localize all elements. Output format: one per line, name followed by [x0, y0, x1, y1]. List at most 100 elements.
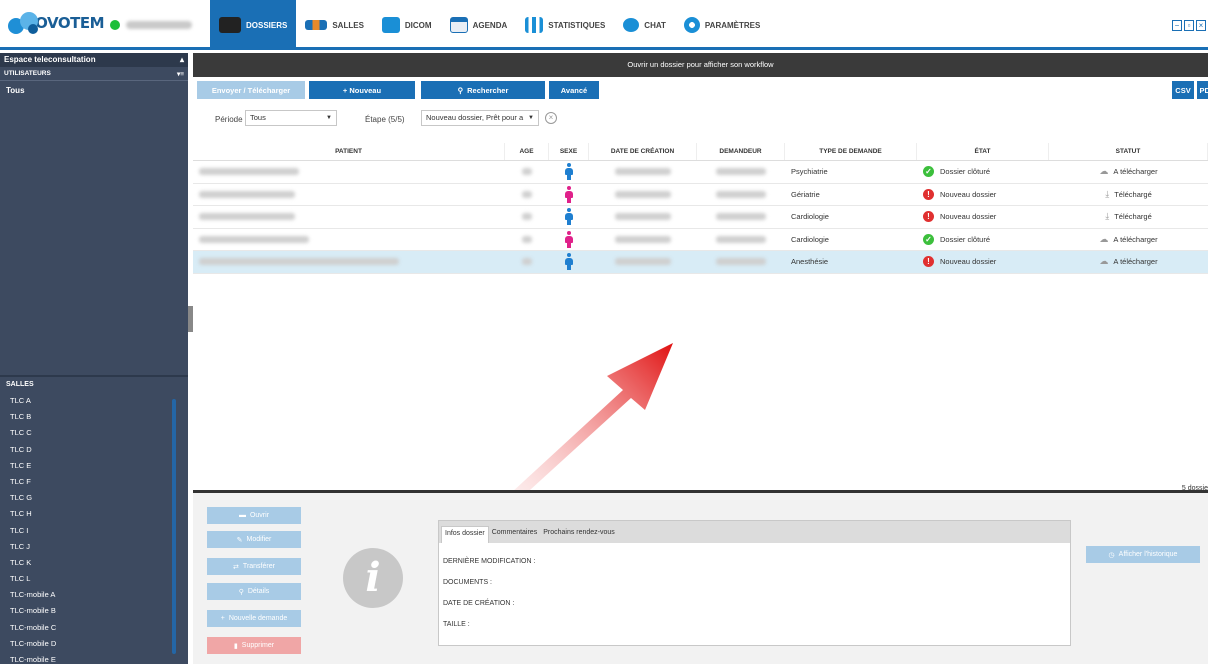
- tab-commentaires[interactable]: Commentaires: [489, 526, 541, 543]
- table-row[interactable]: Anesthésie ! Nouveau dossier ☁ A télécharger: [193, 251, 1208, 274]
- rechercher-button[interactable]: ⚲ Rechercher: [421, 81, 545, 99]
- tab-agenda[interactable]: AGENDA: [441, 0, 517, 50]
- etape-label: Étape (5/5): [365, 115, 405, 124]
- cell-date-creation: [589, 161, 697, 183]
- supprimer-button[interactable]: ▮ Supprimer: [207, 637, 301, 654]
- salle-item[interactable]: TLC I: [0, 523, 188, 539]
- afficher-historique-button[interactable]: ◷ Afficher l'historique: [1086, 546, 1200, 563]
- clear-filter-icon[interactable]: ×: [545, 112, 557, 124]
- workflow-banner: Ouvrir un dossier pour afficher son work…: [193, 53, 1208, 77]
- salle-item[interactable]: TLC-mobile D: [0, 636, 188, 652]
- salles-scrollbar[interactable]: [172, 399, 176, 654]
- salle-item[interactable]: TLC-mobile C: [0, 620, 188, 636]
- salle-item[interactable]: TLC E: [0, 458, 188, 474]
- salle-item[interactable]: TLC-mobile B: [0, 603, 188, 619]
- tab-parametres[interactable]: PARAMÈTRES: [675, 0, 769, 50]
- restore-icon[interactable]: ▫: [1184, 20, 1194, 31]
- details-panel: ▬ Ouvrir ✎ Modifier ⇄ Transférer ⚲ Détails +…: [193, 493, 1208, 664]
- users-item-tous[interactable]: Tous: [0, 81, 188, 100]
- cell-age: [505, 229, 549, 251]
- tab-infos-dossier[interactable]: Infos dossier: [441, 526, 489, 543]
- table-row[interactable]: Gériatrie ! Nouveau dossier ⤓ Téléchargé: [193, 184, 1208, 206]
- users-menu-icon[interactable]: ▾≡: [177, 70, 184, 78]
- salle-item[interactable]: TLC J: [0, 539, 188, 555]
- cell-etat: ✓ Dossier clôturé: [917, 229, 1049, 251]
- download-icon: ⤓: [1105, 211, 1110, 222]
- cell-demandeur: [697, 206, 785, 228]
- download-icon: ⤓: [1105, 188, 1110, 199]
- cell-sexe: [549, 206, 589, 228]
- table-body: Psychiatrie ✓ Dossier clôturé ☁ A télécharge…: [193, 161, 1208, 274]
- salle-item[interactable]: TLC C: [0, 425, 188, 441]
- col-demandeur[interactable]: DEMANDEUR: [697, 143, 785, 160]
- salle-item[interactable]: TLC F: [0, 474, 188, 490]
- tab-salles[interactable]: SALLES: [296, 0, 373, 50]
- people-icon: [305, 20, 328, 30]
- trash-icon: ▮: [233, 642, 238, 650]
- tab-dicom[interactable]: DICOM: [373, 0, 441, 50]
- cell-statut: ☁ A télécharger: [1099, 166, 1158, 177]
- cloud-download-icon: ☁: [1099, 256, 1109, 267]
- alert-circle-icon: !: [923, 211, 934, 223]
- field-documents: DOCUMENTS :: [443, 579, 492, 586]
- csv-button[interactable]: CSV: [1172, 81, 1194, 99]
- tab-statistiques[interactable]: STATISTIQUES: [516, 0, 614, 50]
- tab-chat[interactable]: CHAT: [614, 0, 675, 50]
- salle-item[interactable]: TLC K: [0, 555, 188, 571]
- col-type-demande[interactable]: TYPE DE DEMANDE: [785, 143, 917, 160]
- col-etat[interactable]: ÉTAT: [917, 143, 1049, 160]
- cell-age: [505, 251, 549, 273]
- cell-patient: [193, 206, 505, 228]
- table-row[interactable]: Cardiologie ✓ Dossier clôturé ☁ A télécharge…: [193, 229, 1208, 251]
- cell-age: [505, 184, 549, 206]
- col-date-creation[interactable]: DATE DE CRÉATION: [589, 143, 697, 160]
- cell-patient: [193, 184, 505, 206]
- etape-select[interactable]: Nouveau dossier, Prêt pour a ▼: [421, 110, 539, 126]
- ouvrir-button[interactable]: ▬ Ouvrir: [207, 507, 301, 524]
- user-name-blurred[interactable]: [126, 21, 192, 29]
- table-row[interactable]: Psychiatrie ✓ Dossier clôturé ☁ A télécharge…: [193, 161, 1208, 184]
- envoyer-telecharger-button[interactable]: Envoyer / Télécharger: [197, 81, 305, 99]
- col-age[interactable]: AGE: [505, 143, 549, 160]
- periode-select[interactable]: Tous ▼: [245, 110, 337, 126]
- tab-dossiers[interactable]: DOSSIERS: [210, 0, 297, 50]
- salle-item[interactable]: TLC G: [0, 490, 188, 506]
- col-sexe[interactable]: SEXE: [549, 143, 589, 160]
- nouvelle-demande-button[interactable]: + Nouvelle demande: [207, 610, 301, 627]
- salle-item[interactable]: TLC H: [0, 506, 188, 522]
- tab-prochains-rdv[interactable]: Prochains rendez-vous: [540, 526, 618, 543]
- cell-etat: ✓ Dossier clôturé: [917, 161, 1049, 183]
- main-panel: Ouvrir un dossier pour afficher son work…: [193, 53, 1208, 664]
- cell-demandeur: [697, 251, 785, 273]
- avance-button[interactable]: Avancé: [549, 81, 599, 99]
- salles-panel: SALLES TLC A TLC B TLC C TLC D TLC E TLC F TLC…: [0, 375, 188, 664]
- close-icon[interactable]: ×: [1196, 20, 1206, 31]
- chevron-down-icon: ▼: [326, 115, 332, 121]
- cell-type-demande: Cardiologie: [791, 212, 829, 222]
- transferer-button[interactable]: ⇄ Transférer: [207, 558, 301, 575]
- salle-item[interactable]: TLC L: [0, 571, 188, 587]
- field-derniere-modification: DERNIÈRE MODIFICATION :: [443, 558, 536, 565]
- salle-item[interactable]: TLC B: [0, 409, 188, 425]
- salles-header: SALLES: [6, 381, 34, 388]
- nouveau-button[interactable]: + Nouveau: [309, 81, 415, 99]
- minimize-icon[interactable]: −: [1172, 20, 1182, 31]
- pdf-button[interactable]: PDF: [1197, 81, 1208, 99]
- dossier-info-box: Infos dossier Commentaires Prochains ren…: [438, 520, 1071, 646]
- col-patient[interactable]: PATIENT: [193, 143, 505, 160]
- col-statut[interactable]: STATUT: [1049, 143, 1208, 160]
- transfer-icon: ⇄: [233, 563, 239, 571]
- salle-item[interactable]: TLC A: [0, 393, 188, 409]
- modifier-button[interactable]: ✎ Modifier: [207, 531, 301, 548]
- salle-item[interactable]: TLC-mobile E: [0, 652, 188, 668]
- collapse-icon[interactable]: ▴: [180, 55, 184, 65]
- sidebar: Espace teleconsultation ▴ UTILISATEURS ▾…: [0, 53, 188, 664]
- cell-type-demande: Cardiologie: [791, 234, 829, 244]
- table-row[interactable]: Cardiologie ! Nouveau dossier ⤓ Téléchargé: [193, 206, 1208, 229]
- dossiers-table: PATIENT AGE SEXE DATE DE CRÉATION DEMAND…: [193, 143, 1208, 274]
- salle-item[interactable]: TLC-mobile A: [0, 587, 188, 603]
- salle-item[interactable]: TLC D: [0, 442, 188, 458]
- cell-statut: ⤓ Téléchargé: [1105, 188, 1152, 199]
- cell-date-creation: [589, 206, 697, 228]
- details-button[interactable]: ⚲ Détails: [207, 583, 301, 600]
